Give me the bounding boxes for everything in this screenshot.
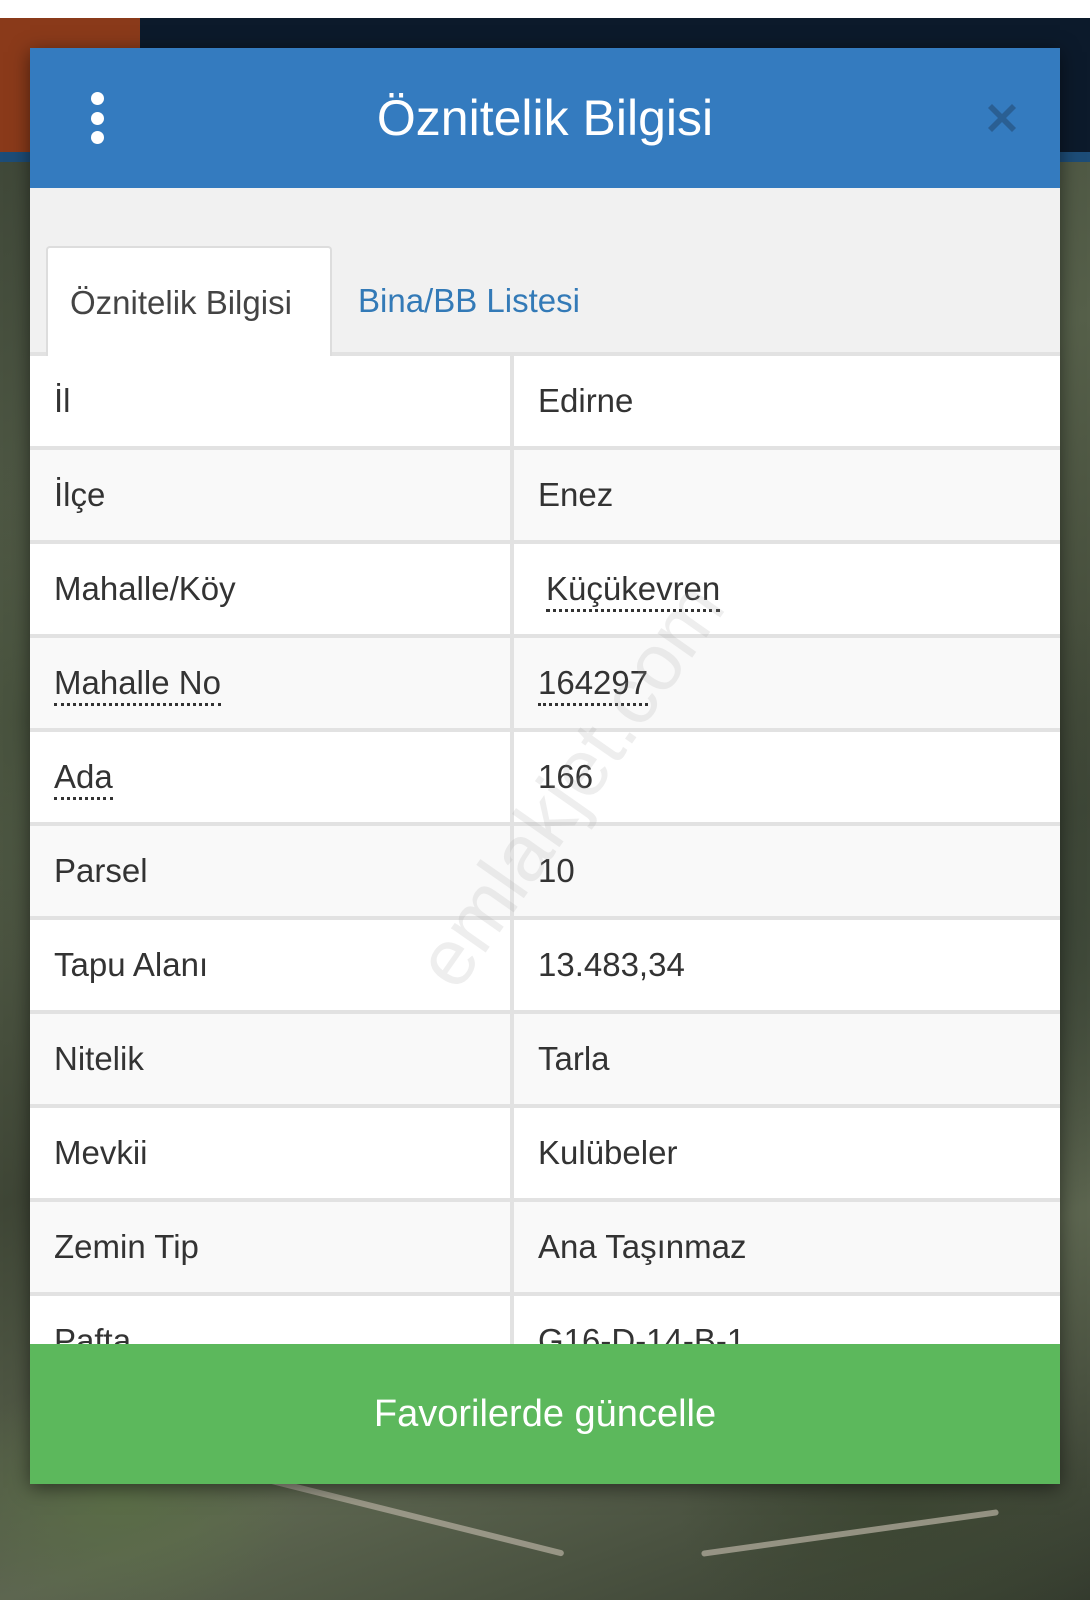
attribute-value: 164297 — [514, 638, 1060, 728]
table-row: Nitelik Tarla — [30, 1014, 1060, 1108]
attribute-key: İlçe — [30, 450, 514, 540]
table-row: Mevkii Kulübeler — [30, 1108, 1060, 1202]
attribute-value: Enez — [538, 476, 614, 513]
update-favorites-button[interactable]: Favorilerde güncelle — [30, 1344, 1060, 1484]
attribute-table: İl Edirne İlçe Enez Mahalle/Köy Küçükevr… — [30, 356, 1060, 1390]
table-row: Tapu Alanı 13.483,34 — [30, 920, 1060, 1014]
attribute-value: Ana Taşınmaz — [538, 1228, 747, 1265]
dialog-title: Öznitelik Bilgisi — [376, 90, 714, 146]
attribute-value: Küçükevren — [514, 544, 1060, 634]
table-row: Mahalle No 164297 — [30, 638, 1060, 732]
attribute-key: Mevkii — [30, 1108, 514, 1198]
attribute-value: Edirne — [538, 382, 634, 419]
attribute-key: Mahalle/Köy — [30, 544, 514, 634]
attribute-value: Tarla — [538, 1040, 610, 1077]
close-icon[interactable] — [982, 98, 1022, 138]
tab-building-list[interactable]: Bina/BB Listesi — [336, 246, 602, 356]
attribute-key: Mahalle No — [30, 638, 514, 728]
tab-bar: Öznitelik Bilgisi Bina/BB Listesi — [30, 188, 1060, 356]
attribute-value: 10 — [538, 852, 575, 889]
attribute-key: Parsel — [30, 826, 514, 916]
table-row: Parsel 10 — [30, 826, 1060, 920]
attribute-value: Kulübeler — [538, 1134, 678, 1171]
village-value-link[interactable]: Küçükevren — [546, 570, 721, 612]
table-row: İlçe Enez — [30, 450, 1060, 544]
attribute-info-dialog: Öznitelik Bilgisi Öznitelik Bilgisi Bina… — [30, 48, 1060, 1484]
attribute-key: Zemin Tip — [30, 1202, 514, 1292]
attribute-key: Ada — [30, 732, 514, 822]
attribute-key: İl — [30, 356, 514, 446]
attribute-value: 13.483,34 — [538, 946, 685, 983]
block-abbr[interactable]: Ada — [54, 758, 113, 800]
vertical-dots-icon[interactable] — [88, 92, 106, 144]
neighborhood-no-value[interactable]: 164297 — [538, 664, 649, 706]
table-row: İl Edirne — [30, 356, 1060, 450]
table-row: Mahalle/Köy Küçükevren — [30, 544, 1060, 638]
table-row: Ada 166 — [30, 732, 1060, 826]
dialog-header: Öznitelik Bilgisi — [30, 48, 1060, 188]
tab-attribute-info[interactable]: Öznitelik Bilgisi — [46, 246, 332, 356]
attribute-key: Tapu Alanı — [30, 920, 514, 1010]
neighborhood-no-abbr[interactable]: Mahalle No — [54, 664, 221, 706]
attribute-value: 166 — [538, 758, 594, 795]
attribute-key: Nitelik — [30, 1014, 514, 1104]
table-row: Zemin Tip Ana Taşınmaz — [30, 1202, 1060, 1296]
